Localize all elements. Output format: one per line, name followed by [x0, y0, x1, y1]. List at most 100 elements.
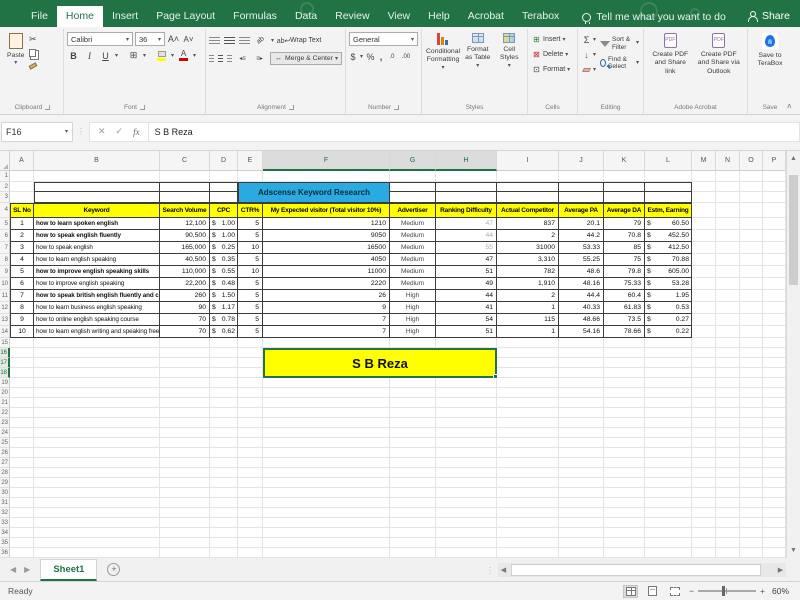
- cell-O32[interactable]: [740, 508, 763, 518]
- cell-H3[interactable]: [436, 192, 497, 203]
- cell-D20[interactable]: [210, 388, 238, 398]
- cell-E34[interactable]: [238, 528, 263, 538]
- font-dialog-launcher[interactable]: [140, 105, 145, 110]
- cell-H27[interactable]: [436, 458, 497, 468]
- cell-K2[interactable]: [604, 182, 645, 192]
- scroll-up-arrow[interactable]: ▲: [787, 152, 800, 165]
- merge-center-button[interactable]: ↔Merge & Center▾: [270, 52, 342, 65]
- cell-M18[interactable]: [692, 368, 716, 378]
- row-header-9[interactable]: 9: [0, 266, 10, 278]
- percent-format-button[interactable]: %: [366, 50, 375, 63]
- cell-I36[interactable]: [497, 548, 559, 558]
- ribbon-tab-insert[interactable]: Insert: [103, 6, 147, 27]
- cell-P19[interactable]: [763, 378, 786, 388]
- cell-N35[interactable]: [716, 538, 740, 548]
- cell-F13[interactable]: 7: [263, 314, 390, 326]
- cell-G4[interactable]: Advertiser: [390, 203, 436, 218]
- align-top-icon[interactable]: [209, 37, 220, 45]
- cell-D29[interactable]: [210, 478, 238, 488]
- horizontal-scroll-track[interactable]: [509, 563, 775, 577]
- cell-F25[interactable]: [263, 438, 390, 448]
- cell-C10[interactable]: 22,200: [160, 278, 210, 290]
- prev-sheet-arrow[interactable]: ◀: [10, 565, 16, 574]
- cell-K9[interactable]: 79.8: [604, 266, 645, 278]
- cell-G26[interactable]: [390, 448, 436, 458]
- cell-O5[interactable]: [740, 218, 763, 230]
- cell-C12[interactable]: 90: [160, 302, 210, 314]
- cell-A1[interactable]: [10, 171, 34, 182]
- enter-formula-icon[interactable]: ✓: [116, 126, 124, 137]
- row-header-22[interactable]: 22: [0, 408, 10, 418]
- ribbon-tab-terabox[interactable]: Terabox: [513, 6, 568, 27]
- cell-B27[interactable]: [34, 458, 160, 468]
- bold-button[interactable]: B: [67, 49, 80, 62]
- cell-B1[interactable]: [34, 171, 160, 182]
- cell-L12[interactable]: $0.53: [645, 302, 692, 314]
- cell-C35[interactable]: [160, 538, 210, 548]
- row-header-3[interactable]: 3: [0, 192, 10, 203]
- cell-A35[interactable]: [10, 538, 34, 548]
- cell-D32[interactable]: [210, 508, 238, 518]
- cell-P4[interactable]: [763, 203, 786, 218]
- cell-K15[interactable]: [604, 338, 645, 348]
- cell-N36[interactable]: [716, 548, 740, 558]
- cell-O17[interactable]: [740, 358, 763, 368]
- cell-B2[interactable]: [34, 182, 160, 192]
- cell-P16[interactable]: [763, 348, 786, 358]
- comma-format-button[interactable]: ,: [378, 50, 384, 63]
- cell-P2[interactable]: [763, 182, 786, 192]
- cell-B26[interactable]: [34, 448, 160, 458]
- cell-C15[interactable]: [160, 338, 210, 348]
- cell-M9[interactable]: [692, 266, 716, 278]
- cell-A8[interactable]: 4: [10, 254, 34, 266]
- cell-M1[interactable]: [692, 171, 716, 182]
- cell-L17[interactable]: [645, 358, 692, 368]
- cell-C4[interactable]: Search Volume: [160, 203, 210, 218]
- find-select-button[interactable]: Find & Select▾: [599, 56, 640, 72]
- cell-M7[interactable]: [692, 242, 716, 254]
- cell-G35[interactable]: [390, 538, 436, 548]
- cell-D5[interactable]: $1.00: [210, 218, 238, 230]
- orientation-dropdown-arrow[interactable]: ▾: [271, 37, 274, 44]
- cell-E33[interactable]: [238, 518, 263, 528]
- cell-E4[interactable]: CTR%: [238, 203, 263, 218]
- cell-L31[interactable]: [645, 498, 692, 508]
- cell-H10[interactable]: 49: [436, 278, 497, 290]
- cell-C25[interactable]: [160, 438, 210, 448]
- column-header-E[interactable]: E: [238, 151, 263, 171]
- cell-O25[interactable]: [740, 438, 763, 448]
- cell-D25[interactable]: [210, 438, 238, 448]
- cell-J3[interactable]: [559, 192, 604, 203]
- cell-M5[interactable]: [692, 218, 716, 230]
- cell-M15[interactable]: [692, 338, 716, 348]
- cell-D24[interactable]: [210, 428, 238, 438]
- cell-G3[interactable]: [390, 192, 436, 203]
- cell-F4[interactable]: My Expected visitor (Total visitor 10%): [263, 203, 390, 218]
- cell-M13[interactable]: [692, 314, 716, 326]
- cell-A33[interactable]: [10, 518, 34, 528]
- cell-E11[interactable]: 5: [238, 290, 263, 302]
- cell-N21[interactable]: [716, 398, 740, 408]
- increase-decimal-button[interactable]: .0: [387, 50, 397, 63]
- name-box[interactable]: F16▾: [1, 122, 73, 142]
- cell-L35[interactable]: [645, 538, 692, 548]
- cell-P3[interactable]: [763, 192, 786, 203]
- row-header-4[interactable]: 4: [0, 203, 10, 218]
- cell-K26[interactable]: [604, 448, 645, 458]
- cell-N32[interactable]: [716, 508, 740, 518]
- cell-C17[interactable]: [160, 358, 210, 368]
- row-header-24[interactable]: 24: [0, 428, 10, 438]
- cell-D7[interactable]: $0.25: [210, 242, 238, 254]
- cell-C13[interactable]: 70: [160, 314, 210, 326]
- cell-K18[interactable]: [604, 368, 645, 378]
- cell-C7[interactable]: 165,000: [160, 242, 210, 254]
- cell-P7[interactable]: [763, 242, 786, 254]
- cell-L9[interactable]: $605.00: [645, 266, 692, 278]
- cell-J16[interactable]: [559, 348, 604, 358]
- cell-F9[interactable]: 11000: [263, 266, 390, 278]
- column-header-O[interactable]: O: [740, 151, 763, 171]
- cell-O12[interactable]: [740, 302, 763, 314]
- cell-C1[interactable]: [160, 171, 210, 182]
- cell-M32[interactable]: [692, 508, 716, 518]
- cell-A7[interactable]: 3: [10, 242, 34, 254]
